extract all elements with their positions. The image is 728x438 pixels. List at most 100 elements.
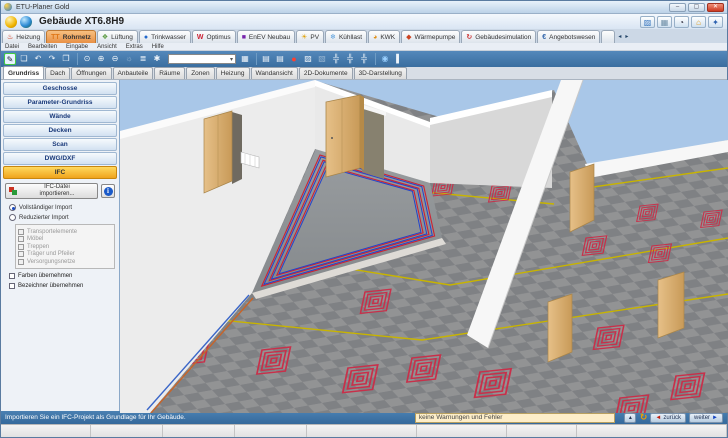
menu-ansicht[interactable]: Ansicht [97, 44, 117, 50]
open-project-icon[interactable]: ▤ [260, 53, 272, 65]
checkbox-icon [18, 244, 24, 250]
sidebar-item-ifc[interactable]: IFC [3, 166, 117, 179]
tab-heizung[interactable]: ♨Heizung [2, 30, 45, 43]
tab-enev-neubau[interactable]: ■EnEV Neubau [237, 30, 295, 43]
snowflake-icon: ❄ [330, 33, 336, 41]
column-icon[interactable]: ▌ [393, 53, 405, 65]
checkbox-farben-uebernehmen[interactable]: Farben übernehmen [9, 273, 115, 279]
back-button[interactable]: ◄ zurück [650, 413, 686, 423]
checkbox-versorgungsnetze[interactable]: Versorgungsnetze [18, 259, 112, 265]
collapse-button[interactable]: ▴ [624, 413, 636, 423]
checkbox-moebel[interactable]: Möbel [18, 236, 112, 242]
edit-pencil-icon[interactable]: ✎ [4, 53, 16, 65]
3d-viewport[interactable] [120, 80, 728, 411]
zoom-in-icon[interactable]: ⊕ [95, 53, 107, 65]
doctab-dach[interactable]: Dach [45, 67, 70, 79]
menu-bearbeiten[interactable]: Bearbeiten [28, 44, 57, 50]
ifc-panel: IFC-Dateiimportieren... i Vollständiger … [3, 180, 117, 292]
doctab-zonen[interactable]: Zonen [186, 67, 214, 79]
menu-datei[interactable]: Datei [5, 44, 19, 50]
alert-icon[interactable]: ● [288, 53, 300, 65]
checkbox-transportelemente[interactable]: Transportelemente [18, 229, 112, 235]
checkbox-icon [18, 236, 24, 242]
doctab-heizung[interactable]: Heizung [216, 67, 250, 79]
tab-gebaeudesimulation[interactable]: ↻Gebäudesimulation [461, 30, 536, 43]
tab-rohrnetz[interactable]: TTRohrnetz [46, 30, 96, 43]
doctab-raeume[interactable]: Räume [154, 67, 185, 79]
radio-reduced-import[interactable]: Reduzierter Import [9, 214, 115, 221]
globe-icon[interactable] [20, 16, 32, 28]
redo-icon[interactable]: ↷ [46, 53, 58, 65]
tab-lueftung[interactable]: ❖Lüftung [97, 30, 138, 43]
maximize-button[interactable]: ▢ [688, 3, 705, 12]
minimize-button[interactable]: – [669, 3, 686, 12]
doctab-3d-darstellung[interactable]: 3D-Darstellung [354, 67, 407, 79]
radio-full-import[interactable]: Vollständiger Import [9, 204, 115, 211]
sidebar-item-decken[interactable]: Decken [3, 124, 117, 137]
refresh-icon[interactable]: ↻ [640, 412, 648, 423]
doctab-oeffnungen[interactable]: Öffnungen [71, 67, 111, 79]
quick-home-icon[interactable]: ⌂ [691, 16, 706, 28]
tab-kwk[interactable]: ◕KWK [368, 30, 400, 43]
view-mode-icon[interactable]: ▧ [316, 53, 328, 65]
wood-door-lower[interactable] [548, 294, 572, 362]
effects-icon[interactable]: ✱ [151, 53, 163, 65]
ifc-file-icon [9, 187, 17, 195]
wood-door-right-top[interactable] [570, 164, 594, 232]
warnings-field[interactable]: keine Warnungen und Fehler [415, 413, 615, 423]
tab-scroll-right-icon[interactable]: ▸ [623, 33, 630, 40]
doctab-grundriss[interactable]: Grundriss [3, 66, 44, 79]
sidebar-item-parameter-grundriss[interactable]: Parameter-Grundriss [3, 96, 117, 109]
wood-door-open[interactable] [326, 95, 360, 177]
shapes-dropdown-icon[interactable]: ❏ [18, 53, 30, 65]
zoom-out-icon[interactable]: ⊖ [109, 53, 121, 65]
tab-scroll-left-icon[interactable]: ◂ [616, 33, 623, 40]
sidebar-item-waende[interactable]: Wände [3, 110, 117, 123]
wood-door-right-mid[interactable] [658, 272, 684, 338]
checkbox-treppen[interactable]: Treppen [18, 244, 112, 250]
pipe-network2-icon[interactable]: ╬ [344, 53, 356, 65]
sidebar-item-geschosse[interactable]: Geschosse [3, 82, 117, 95]
tab-kuehllast[interactable]: ❄Kühllast [325, 30, 367, 43]
sidebar-item-dwg-dxf[interactable]: DWG/DXF [3, 152, 117, 165]
quick-compass-icon[interactable]: ✦ [708, 16, 723, 28]
sidebar: Geschosse Parameter-Grundriss Wände Deck… [1, 80, 120, 411]
background-image-icon[interactable]: ▨ [302, 53, 314, 65]
pipe-network-icon[interactable]: ╬ [330, 53, 342, 65]
doctab-anbauteile[interactable]: Anbauteile [113, 67, 154, 79]
window-title: ETU-Planer Gold [16, 4, 667, 11]
quick-view-icon[interactable]: ▨ [640, 16, 655, 28]
app-menu-orb-icon[interactable] [5, 16, 17, 28]
scale-combobox[interactable]: ▾ [168, 54, 236, 64]
checkbox-traeger-und-pfeiler[interactable]: Träger und Pfeiler [18, 251, 112, 257]
quick-clock-icon[interactable]: ◔ [674, 16, 689, 28]
open-folder-icon[interactable]: ▤ [274, 53, 286, 65]
ifc-import-button[interactable]: IFC-Dateiimportieren... [5, 183, 98, 199]
checkbox-bezeichner-uebernehmen[interactable]: Bezeichner übernehmen [9, 283, 115, 289]
tab-trinkwasser[interactable]: ●Trinkwasser [139, 30, 191, 43]
quick-form-icon[interactable]: ▦ [657, 16, 672, 28]
tab-waermepumpe[interactable]: ◆Wärmepumpe [401, 30, 460, 43]
pipe-network3-icon[interactable]: ╬ [358, 53, 370, 65]
tab-pv[interactable]: ☀PV [296, 30, 324, 43]
tab-angebotswesen[interactable]: €Angebotswesen [537, 30, 600, 43]
browser-icon[interactable]: ◉ [379, 53, 391, 65]
tab-optimus[interactable]: WOptimus [192, 30, 236, 43]
zoom-window-icon[interactable]: ⊙ [81, 53, 93, 65]
menu-eingabe[interactable]: Eingabe [66, 44, 88, 50]
sidebar-item-scan[interactable]: Scan [3, 138, 117, 151]
menu-extras[interactable]: Extras [126, 44, 143, 50]
tab-overflow[interactable] [601, 30, 615, 43]
menu-hilfe[interactable]: Hilfe [152, 44, 164, 50]
doctab-2d-dokumente[interactable]: 2D-Dokumente [299, 67, 353, 79]
paste-icon[interactable]: ❐ [60, 53, 72, 65]
doctab-wandansicht[interactable]: Wandansicht [251, 67, 298, 79]
info-button[interactable]: i [101, 184, 115, 198]
undo-icon[interactable]: ↶ [32, 53, 44, 65]
layer-list-icon[interactable]: ≣ [137, 53, 149, 65]
app-icon [4, 3, 12, 11]
next-button[interactable]: weiter ► [689, 413, 723, 423]
grid-icon[interactable]: ▦ [239, 53, 251, 65]
close-button[interactable]: ✕ [707, 3, 724, 12]
settings-sun-icon[interactable]: ☼ [123, 53, 135, 65]
